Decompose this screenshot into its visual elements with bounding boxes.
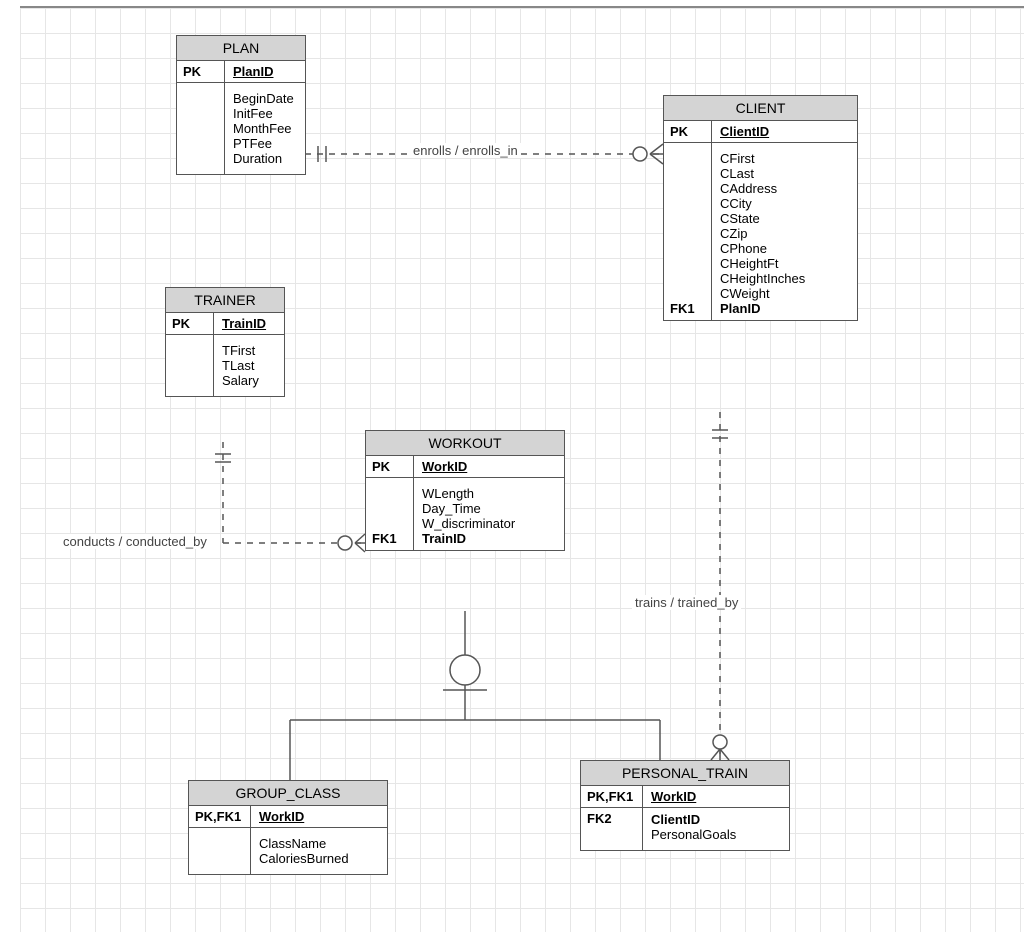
entity-trainer-title: TRAINER: [166, 288, 284, 313]
workout-attr: WLength: [422, 486, 556, 501]
entity-plan: PLAN PK PlanID BeginDate InitFee MonthFe…: [176, 35, 306, 175]
trainer-attr: Salary: [222, 373, 276, 388]
workout-pk-field: WorkID: [414, 456, 564, 477]
client-attr: CFirst: [720, 151, 849, 166]
workout-pk-label: PK: [366, 456, 414, 477]
client-attr: CHeightInches: [720, 271, 849, 286]
entity-plan-title: PLAN: [177, 36, 305, 61]
client-attr: CZip: [720, 226, 849, 241]
entity-workout: WORKOUT PK WorkID FK1 WLength Day_Time W…: [365, 430, 565, 551]
entity-group-class: GROUP_CLASS PK,FK1 WorkID ClassName Calo…: [188, 780, 388, 875]
entity-workout-title: WORKOUT: [366, 431, 564, 456]
workout-attr: W_discriminator: [422, 516, 556, 531]
trainer-attr: TFirst: [222, 343, 276, 358]
personal-train-pk-label: PK,FK1: [581, 786, 643, 807]
client-fk-field: PlanID: [720, 301, 849, 316]
plan-attr: BeginDate: [233, 91, 297, 106]
group-class-pk-label: PK,FK1: [189, 806, 251, 827]
workout-fk-label: FK1: [372, 531, 407, 546]
client-attr: CWeight: [720, 286, 849, 301]
plan-attr: InitFee: [233, 106, 297, 121]
entity-trainer: TRAINER PK TrainID TFirst TLast Salary: [165, 287, 285, 397]
rel-label-trains: trains / trained_by: [632, 595, 741, 610]
workout-attr: Day_Time: [422, 501, 556, 516]
plan-pk-label: PK: [177, 61, 225, 82]
personal-train-pk-field: WorkID: [643, 786, 789, 807]
group-class-attr: ClassName: [259, 836, 379, 851]
entity-group-class-title: GROUP_CLASS: [189, 781, 387, 806]
workout-fk-field: TrainID: [422, 531, 556, 546]
client-attr: CCity: [720, 196, 849, 211]
group-class-attr: CaloriesBurned: [259, 851, 379, 866]
personal-train-attr: PersonalGoals: [651, 827, 781, 842]
entity-personal-train: PERSONAL_TRAIN PK,FK1 WorkID FK2 ClientI…: [580, 760, 790, 851]
client-fk-label: FK1: [670, 301, 705, 316]
rel-label-conducts: conducts / conducted_by: [60, 534, 210, 549]
trainer-attr: TLast: [222, 358, 276, 373]
client-attr: CLast: [720, 166, 849, 181]
entity-personal-train-title: PERSONAL_TRAIN: [581, 761, 789, 786]
client-pk-field: ClientID: [712, 121, 857, 142]
plan-attr: PTFee: [233, 136, 297, 151]
trainer-pk-field: TrainID: [214, 313, 284, 334]
client-attr: CAddress: [720, 181, 849, 196]
client-attr: CState: [720, 211, 849, 226]
plan-pk-field: PlanID: [225, 61, 305, 82]
client-attr: CPhone: [720, 241, 849, 256]
entity-client-title: CLIENT: [664, 96, 857, 121]
rel-label-enrolls: enrolls / enrolls_in: [410, 143, 521, 158]
personal-train-fk-field: ClientID: [651, 812, 781, 827]
entity-client: CLIENT PK ClientID FK1 CFirst CLast CAdd…: [663, 95, 858, 321]
client-pk-label: PK: [664, 121, 712, 142]
trainer-pk-label: PK: [166, 313, 214, 334]
plan-attr: Duration: [233, 151, 297, 166]
group-class-pk-field: WorkID: [251, 806, 387, 827]
client-attr: CHeightFt: [720, 256, 849, 271]
plan-attr: MonthFee: [233, 121, 297, 136]
personal-train-fk-label: FK2: [581, 808, 643, 850]
